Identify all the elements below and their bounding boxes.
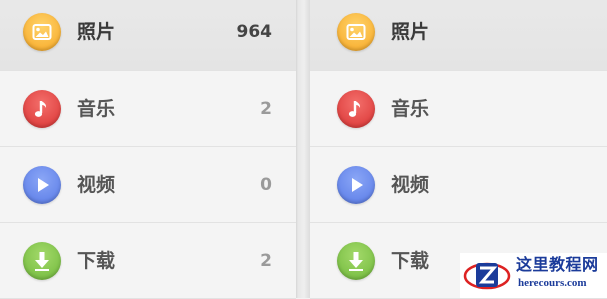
category-item-photos[interactable]: 照片 bbox=[310, 0, 607, 71]
category-item-music[interactable]: 音乐 2 bbox=[0, 71, 296, 147]
category-item-video[interactable]: 视频 bbox=[310, 147, 607, 223]
category-label: 视频 bbox=[391, 173, 430, 196]
play-icon bbox=[23, 165, 61, 204]
play-icon bbox=[337, 165, 375, 204]
category-count: 2 bbox=[260, 98, 272, 119]
site-watermark: 这里教程网 herecours.com bbox=[460, 253, 607, 298]
category-count: 0 bbox=[260, 174, 272, 195]
category-label: 下载 bbox=[77, 249, 116, 272]
category-label: 下载 bbox=[391, 249, 430, 272]
category-label: 照片 bbox=[77, 20, 116, 43]
category-item-photos[interactable]: 照片 964 bbox=[0, 0, 296, 71]
category-label: 视频 bbox=[77, 173, 116, 196]
panel-divider bbox=[296, 0, 310, 298]
category-count: 964 bbox=[236, 21, 273, 42]
watermark-logo-icon bbox=[463, 262, 511, 290]
download-arrow-icon bbox=[23, 241, 61, 280]
watermark-url: herecours.com bbox=[518, 277, 587, 289]
photo-icon bbox=[337, 12, 375, 51]
music-note-icon bbox=[337, 89, 375, 128]
category-label: 照片 bbox=[391, 20, 430, 43]
category-item-video[interactable]: 视频 0 bbox=[0, 147, 296, 223]
category-label: 音乐 bbox=[77, 97, 116, 120]
photo-icon bbox=[23, 12, 61, 51]
category-count: 2 bbox=[260, 250, 272, 271]
download-arrow-icon bbox=[337, 241, 375, 280]
left-category-list: 照片 964 音乐 2 视频 0 下载 2 bbox=[0, 0, 296, 299]
watermark-title: 这里教程网 bbox=[516, 255, 599, 274]
music-note-icon bbox=[23, 89, 61, 128]
category-label: 音乐 bbox=[391, 97, 430, 120]
category-item-download[interactable]: 下载 2 bbox=[0, 223, 296, 299]
category-item-music[interactable]: 音乐 bbox=[310, 71, 607, 147]
